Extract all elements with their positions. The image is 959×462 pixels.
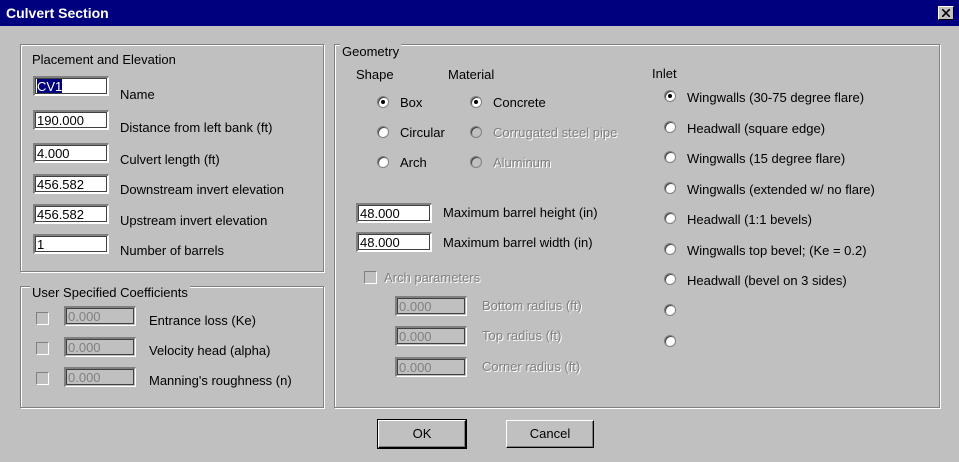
- inlet-option-6-label[interactable]: Wingwalls top bevel; (Ke = 0.2): [687, 243, 867, 258]
- velocity-head-label: Velocity head (alpha): [149, 343, 271, 358]
- upstream-invert-label: Upstream invert elevation: [120, 213, 268, 228]
- name-field[interactable]: CV1: [33, 76, 109, 96]
- inlet-option-2-label[interactable]: Headwall (square edge): [687, 121, 825, 136]
- barrel-width-label: Maximum barrel width (in): [443, 235, 593, 250]
- inlet-option-5-radio[interactable]: [664, 212, 676, 224]
- distance-field[interactable]: 190.000: [33, 110, 109, 130]
- downstream-invert-field[interactable]: 456.582: [33, 174, 109, 194]
- culvert-length-field[interactable]: 4.000: [33, 143, 109, 163]
- inlet-option-8-radio[interactable]: [664, 304, 676, 316]
- window-title: Culvert Section: [6, 5, 109, 21]
- mannings-roughness-label: Manning's roughness (n): [149, 373, 292, 388]
- placement-group-title: Placement and Elevation: [30, 52, 178, 67]
- entrance-loss-label: Entrance loss (Ke): [149, 313, 256, 328]
- bottom-radius-field[interactable]: 0.000: [395, 296, 467, 316]
- barrel-height-label: Maximum barrel height (in): [443, 205, 598, 220]
- mannings-roughness-field[interactable]: 0.000: [64, 367, 136, 387]
- shape-circular-radio[interactable]: [377, 126, 389, 138]
- material-concrete-radio[interactable]: [470, 96, 482, 108]
- close-icon: [942, 9, 950, 17]
- inlet-option-1-radio[interactable]: [664, 90, 676, 102]
- cancel-button[interactable]: Cancel: [506, 420, 594, 448]
- bottom-radius-label: Bottom radius (ft): [482, 298, 582, 313]
- number-of-barrels-label: Number of barrels: [120, 243, 225, 258]
- velocity-head-field[interactable]: 0.000: [64, 337, 136, 357]
- corner-radius-label: Corner radius (ft): [482, 359, 581, 374]
- upstream-invert-field[interactable]: 456.582: [33, 204, 109, 224]
- velocity-head-checkbox[interactable]: [36, 342, 49, 355]
- close-button[interactable]: [938, 6, 954, 20]
- material-concrete-label[interactable]: Concrete: [493, 95, 546, 110]
- shape-heading: Shape: [356, 67, 394, 82]
- material-corrugated-label[interactable]: Corrugated steel pipe: [493, 125, 617, 140]
- entrance-loss-checkbox[interactable]: [36, 312, 49, 325]
- inlet-option-3-radio[interactable]: [664, 151, 676, 163]
- geometry-group-title: Geometry: [340, 44, 402, 59]
- inlet-option-9-radio[interactable]: [664, 335, 676, 347]
- shape-box-radio[interactable]: [377, 96, 389, 108]
- inlet-option-2-radio[interactable]: [664, 121, 676, 133]
- downstream-invert-label: Downstream invert elevation: [120, 182, 285, 197]
- material-corrugated-radio[interactable]: [470, 126, 482, 138]
- distance-label: Distance from left bank (ft): [120, 120, 273, 135]
- title-bar[interactable]: Culvert Section: [0, 0, 959, 26]
- inlet-option-7-radio[interactable]: [664, 273, 676, 285]
- inlet-option-4-radio[interactable]: [664, 182, 676, 194]
- inlet-heading: Inlet: [652, 66, 677, 81]
- top-radius-field[interactable]: 0.000: [395, 326, 467, 346]
- inlet-option-7-label[interactable]: Headwall (bevel on 3 sides): [687, 273, 847, 288]
- entrance-loss-field[interactable]: 0.000: [64, 306, 136, 326]
- culvert-length-label: Culvert length (ft): [120, 152, 220, 167]
- coefficients-group-title: User Specified Coefficients: [30, 285, 190, 300]
- material-aluminum-radio[interactable]: [470, 156, 482, 168]
- shape-arch-radio[interactable]: [377, 156, 389, 168]
- ok-button[interactable]: OK: [377, 419, 467, 449]
- corner-radius-field[interactable]: 0.000: [395, 357, 467, 377]
- inlet-option-5-label[interactable]: Headwall (1:1 bevels): [687, 212, 812, 227]
- inlet-option-6-radio[interactable]: [664, 243, 676, 255]
- inlet-option-4-label[interactable]: Wingwalls (extended w/ no flare): [687, 182, 875, 197]
- shape-arch-label[interactable]: Arch: [400, 155, 427, 170]
- arch-parameters-checkbox[interactable]: [364, 271, 377, 284]
- inlet-option-1-label[interactable]: Wingwalls (30-75 degree flare): [687, 90, 864, 105]
- shape-box-label[interactable]: Box: [400, 95, 422, 110]
- top-radius-label: Top radius (ft): [482, 328, 562, 343]
- name-label: Name: [120, 87, 155, 102]
- barrel-height-field[interactable]: 48.000: [356, 203, 432, 223]
- material-heading: Material: [448, 67, 495, 82]
- number-of-barrels-field[interactable]: 1: [33, 234, 109, 254]
- arch-parameters-label: Arch parameters: [384, 270, 481, 285]
- inlet-option-3-label[interactable]: Wingwalls (15 degree flare): [687, 151, 845, 166]
- material-aluminum-label[interactable]: Aluminum: [493, 155, 551, 170]
- shape-circular-label[interactable]: Circular: [400, 125, 445, 140]
- mannings-roughness-checkbox[interactable]: [36, 372, 49, 385]
- barrel-width-field[interactable]: 48.000: [356, 232, 432, 252]
